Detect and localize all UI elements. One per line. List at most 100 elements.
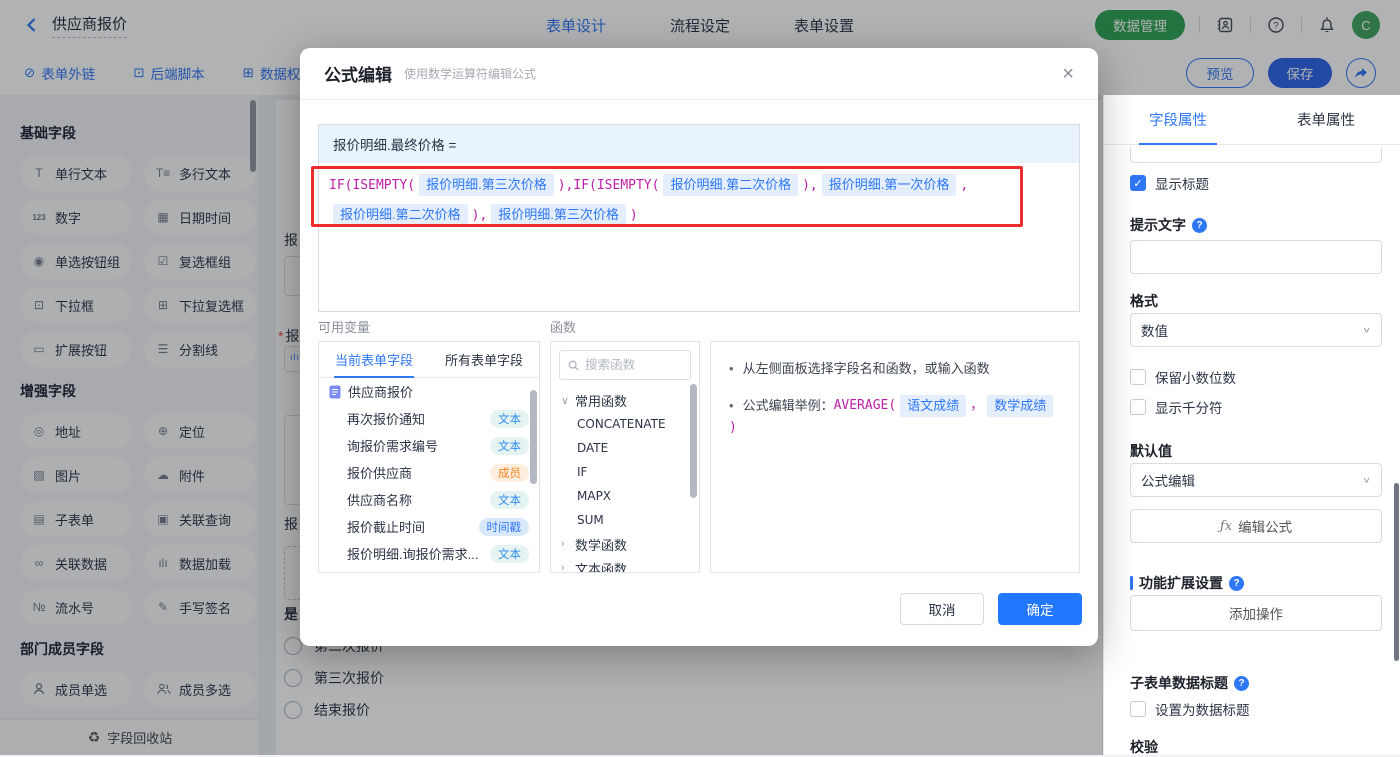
checkbox-icon bbox=[1130, 369, 1146, 385]
chevron-expanded-icon: ∨ bbox=[561, 394, 570, 407]
formula-line: 报价明细.第二次价格), 报价明细.第三次价格) bbox=[329, 200, 1069, 230]
formula-editor[interactable]: IF(ISEMPTY(报价明细.第三次价格),IF(ISEMPTY(报价明细.第… bbox=[319, 163, 1079, 237]
formula-code: IF(ISEMPTY( bbox=[329, 178, 416, 193]
cancel-button[interactable]: 取消 bbox=[900, 593, 984, 625]
rightpanel-tabs: 字段属性 表单属性 bbox=[1104, 95, 1400, 145]
variable-name: 报价供应商 bbox=[347, 466, 413, 481]
hint-text-label: 提示文字? bbox=[1130, 215, 1207, 235]
hint-text-input[interactable] bbox=[1130, 240, 1382, 274]
variable-row[interactable]: 报价截止时间 时间戳 bbox=[319, 513, 539, 540]
variable-name: 再次报价通知 bbox=[347, 412, 426, 427]
variable-name: 报价明细.询报价需求... bbox=[347, 547, 479, 562]
fx-icon: ƒx bbox=[1219, 518, 1233, 534]
formula-line: IF(ISEMPTY(报价明细.第三次价格),IF(ISEMPTY(报价明细.第… bbox=[329, 170, 1069, 200]
variable-row[interactable]: 再次报价通知 文本 bbox=[319, 405, 539, 432]
chevron-down-icon: ∨ bbox=[1362, 475, 1371, 485]
confirm-button[interactable]: 确定 bbox=[998, 593, 1082, 625]
example-close: ) bbox=[729, 420, 737, 435]
validation-label: 校验 bbox=[1130, 739, 1158, 755]
chevron-collapsed-icon: › bbox=[561, 562, 565, 573]
keep-decimals-checkbox[interactable]: 保留小数位数 bbox=[1130, 367, 1236, 387]
variable-name: 询报价需求编号 bbox=[347, 439, 439, 454]
variable-name: 供应商名称 bbox=[347, 493, 413, 508]
function-group[interactable]: › 文本函数 bbox=[551, 556, 699, 573]
field-chip: 报价明细.第三次价格 bbox=[419, 174, 554, 196]
function-item[interactable]: DATE bbox=[551, 436, 699, 460]
bullet-icon: • bbox=[729, 361, 734, 376]
format-select[interactable]: 数值 ∨ bbox=[1130, 313, 1382, 347]
variables-panel: 当前表单字段 所有表单字段 供应商报价 再次报价通知 文本 询报价需求编号 文本 报价供应商… bbox=[318, 341, 540, 573]
properties-tab-1[interactable]: 表单属性 bbox=[1252, 95, 1400, 144]
variables-tabs: 当前表单字段 所有表单字段 bbox=[319, 342, 539, 378]
format-label: 格式 bbox=[1130, 293, 1158, 309]
example-label: 公式编辑举例： bbox=[742, 398, 834, 413]
help-circle-icon[interactable]: ? bbox=[1234, 675, 1249, 691]
properties-panel: 字段属性 表单属性 ✓ 显示标题 提示文字? 格式 数值 ∨ 保留小数位数 显示千分… bbox=[1103, 95, 1400, 755]
set-data-title-checkbox[interactable]: 设置为数据标题 bbox=[1130, 699, 1250, 719]
bullet-icon: • bbox=[729, 398, 734, 413]
variable-root-row[interactable]: 供应商报价 bbox=[319, 378, 539, 405]
dialog-title: 公式编辑 bbox=[324, 66, 392, 85]
default-value-select[interactable]: 公式编辑 ∨ bbox=[1130, 463, 1382, 497]
checkbox-checked-icon: ✓ bbox=[1130, 175, 1146, 191]
formula-code: ) bbox=[629, 208, 638, 223]
function-group-label: 文本函数 bbox=[575, 561, 628, 573]
example-function: AVERAGE( bbox=[833, 398, 897, 413]
function-group[interactable]: ∨ 常用函数 bbox=[551, 388, 699, 412]
formula-box: 报价明细.最终价格 = IF(ISEMPTY(报价明细.第三次价格),IF(IS… bbox=[318, 124, 1080, 312]
section-bar bbox=[1130, 576, 1133, 590]
formula-edit-dialog: 公式编辑 使用数学运算符编辑公式 × 报价明细.最终价格 = IF(ISEMPT… bbox=[300, 48, 1098, 646]
checkbox-icon bbox=[1130, 399, 1146, 415]
function-group[interactable]: › 数学函数 bbox=[551, 532, 699, 556]
functions-label: 函数 bbox=[550, 320, 577, 335]
field-title-input[interactable] bbox=[1130, 147, 1382, 163]
search-icon bbox=[568, 360, 579, 371]
default-value-label: 默认值 bbox=[1130, 443, 1172, 459]
document-icon bbox=[329, 385, 341, 399]
field-type-badge: 文本 bbox=[490, 490, 529, 509]
function-group-label: 常用函数 bbox=[575, 393, 628, 409]
variables-list: 供应商报价 再次报价通知 文本 询报价需求编号 文本 报价供应商 成员 供应商名称 文本 报价截止… bbox=[319, 378, 539, 567]
variable-name: 报价截止时间 bbox=[347, 520, 426, 535]
formula-code: ), bbox=[802, 178, 818, 193]
variable-row[interactable]: 报价供应商 成员 bbox=[319, 459, 539, 486]
help-circle-icon[interactable]: ? bbox=[1229, 575, 1244, 591]
add-action-button[interactable]: 添加操作 bbox=[1130, 595, 1382, 631]
function-item[interactable]: CONCATENATE bbox=[551, 412, 699, 436]
field-type-badge: 时间戳 bbox=[478, 517, 529, 536]
subform-data-title-label: 子表单数据标题? bbox=[1130, 673, 1249, 693]
field-type-badge: 文本 bbox=[490, 544, 529, 563]
extension-settings-label: 功能扩展设置? bbox=[1130, 573, 1244, 593]
close-icon[interactable]: × bbox=[1062, 64, 1074, 84]
functions-list: ∨ 常用函数 CONCATENATE DATE IF MAPX SUM › 数学函数 › 文本函数 bbox=[551, 388, 699, 573]
field-type-badge: 文本 bbox=[490, 409, 529, 428]
function-item[interactable]: MAPX bbox=[551, 484, 699, 508]
hint-panel: • 从左侧面板选择字段名和函数，或输入函数 • 公式编辑举例： AVERAGE( 语… bbox=[710, 341, 1080, 573]
chevron-collapsed-icon: › bbox=[561, 538, 565, 550]
field-chip: 报价明细.第一次价格 bbox=[821, 174, 957, 196]
function-item[interactable]: SUM bbox=[551, 508, 699, 532]
chevron-down-icon: ∨ bbox=[1362, 325, 1371, 335]
field-type-badge: 成员 bbox=[490, 463, 529, 482]
formula-example: • 公式编辑举例： AVERAGE( 语文成绩 ， 数学成绩 ) bbox=[729, 395, 1061, 439]
help-circle-icon[interactable]: ? bbox=[1192, 217, 1207, 233]
variable-root-label: 供应商报价 bbox=[348, 385, 414, 400]
variables-scrollbar[interactable] bbox=[530, 390, 537, 484]
functions-scrollbar[interactable] bbox=[690, 384, 697, 498]
functions-panel: ∨ 常用函数 CONCATENATEDATEIFMAPXSUM › 数学函数 › 文本函数 bbox=[550, 341, 700, 573]
properties-tab-0[interactable]: 字段属性 bbox=[1104, 95, 1252, 144]
formula-code: , bbox=[960, 178, 969, 193]
checkbox-icon bbox=[1130, 701, 1146, 717]
variable-row[interactable]: 询报价需求编号 文本 bbox=[319, 432, 539, 459]
variables-label: 可用变量 bbox=[318, 320, 371, 335]
function-item[interactable]: IF bbox=[551, 460, 699, 484]
variables-tab-0[interactable]: 当前表单字段 bbox=[319, 342, 429, 377]
variables-tab-1[interactable]: 所有表单字段 bbox=[429, 342, 539, 377]
panel-scrollbar[interactable] bbox=[1394, 483, 1399, 661]
variable-row[interactable]: 供应商名称 文本 bbox=[319, 486, 539, 513]
variable-row[interactable]: 报价明细.询报价需求... 文本 bbox=[319, 540, 539, 567]
show-title-checkbox[interactable]: ✓ 显示标题 bbox=[1130, 173, 1209, 193]
thousands-separator-checkbox[interactable]: 显示千分符 bbox=[1130, 397, 1223, 417]
function-search-input[interactable] bbox=[585, 358, 682, 372]
edit-formula-button[interactable]: ƒx 编辑公式 bbox=[1130, 509, 1382, 543]
